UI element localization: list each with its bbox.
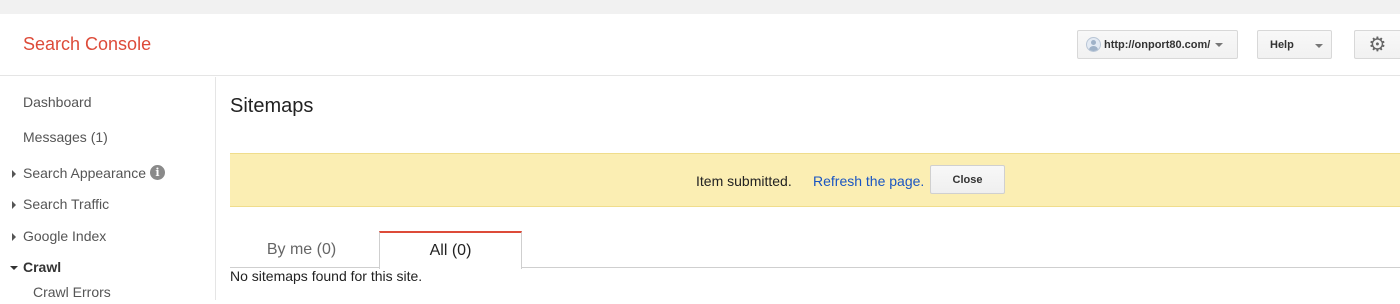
avatar-icon xyxy=(1086,37,1101,52)
expand-arrow-icon xyxy=(12,170,16,178)
refresh-link[interactable]: Refresh the page. xyxy=(813,173,924,189)
sidebar-item-label: Crawl xyxy=(23,259,62,275)
sidebar-item-label: Dashboard xyxy=(23,94,92,110)
sidebar-item-crawl-errors[interactable]: Crawl Errors xyxy=(0,284,216,304)
collapse-arrow-icon xyxy=(10,266,18,270)
notice-banner: Item submitted. Refresh the page. Close xyxy=(230,153,1400,207)
app-title[interactable]: Search Console xyxy=(23,34,151,55)
notice-text: Item submitted. xyxy=(696,173,792,189)
sidebar-item-crawl[interactable]: Crawl xyxy=(0,259,216,279)
sidebar-item-search-appearance[interactable]: Search Appearance i xyxy=(0,165,216,185)
gear-icon: ⚙ xyxy=(1368,34,1387,56)
close-button[interactable]: Close xyxy=(930,165,1005,194)
help-button-label: Help xyxy=(1270,38,1294,51)
chevron-down-icon xyxy=(1215,42,1224,47)
sidebar-item-search-traffic[interactable]: Search Traffic xyxy=(0,196,216,216)
tab-by-me[interactable]: By me (0) xyxy=(230,231,373,268)
main-content: Sitemaps Item submitted. Refresh the pag… xyxy=(217,77,1400,300)
site-selector[interactable]: http://onport80.com/ xyxy=(1077,30,1238,59)
sidebar-item-google-index[interactable]: Google Index xyxy=(0,228,216,248)
chevron-down-icon xyxy=(1315,44,1323,48)
sidebar-item-label: Search Appearance xyxy=(23,165,146,181)
sidebar: Dashboard Messages (1) Search Appearance… xyxy=(0,77,216,300)
expand-arrow-icon xyxy=(12,201,16,209)
sidebar-item-dashboard[interactable]: Dashboard xyxy=(0,94,216,114)
expand-arrow-icon xyxy=(12,233,16,241)
empty-message: No sitemaps found for this site. xyxy=(230,268,423,284)
sidebar-item-label: Crawl Errors xyxy=(33,284,111,300)
sidebar-item-messages[interactable]: Messages (1) xyxy=(0,129,216,149)
top-strip xyxy=(0,0,1400,14)
sidebar-item-label: Search Traffic xyxy=(23,196,110,212)
help-button[interactable]: Help xyxy=(1257,30,1332,59)
header: Search Console http://onport80.com/ Help… xyxy=(0,14,1400,76)
site-selector-value: http://onport80.com/ xyxy=(1104,38,1211,51)
sidebar-item-label: Messages (1) xyxy=(23,129,108,145)
settings-button[interactable]: ⚙ xyxy=(1354,30,1400,59)
info-icon[interactable]: i xyxy=(150,165,165,180)
tab-all[interactable]: All (0) xyxy=(379,231,522,269)
sidebar-item-label: Google Index xyxy=(23,228,107,244)
page-title: Sitemaps xyxy=(230,95,314,117)
